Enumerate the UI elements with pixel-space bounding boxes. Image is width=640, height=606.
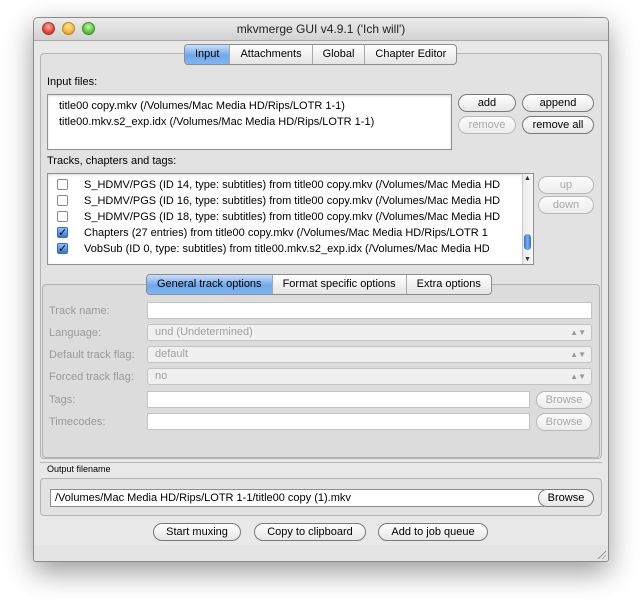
tracks-label: Tracks, chapters and tags: <box>47 155 177 167</box>
tags-label: Tags: <box>49 394 76 406</box>
tab-global[interactable]: Global <box>313 45 366 64</box>
move-down-button[interactable]: down <box>538 196 594 214</box>
timecodes-field[interactable] <box>147 413 530 430</box>
track-name-label: Track name: <box>49 305 110 317</box>
add-file-button[interactable]: add <box>458 94 516 112</box>
tracks-scrollbar[interactable]: ▲ ▼ <box>522 174 533 264</box>
remove-all-button[interactable]: remove all <box>522 116 594 134</box>
default-track-flag-select[interactable]: default ▲▼ <box>147 346 592 363</box>
start-muxing-button[interactable]: Start muxing <box>153 523 241 541</box>
input-files-list[interactable]: title00 copy.mkv (/Volumes/Mac Media HD/… <box>47 94 452 150</box>
timecodes-browse-button[interactable]: Browse <box>536 413 592 431</box>
default-track-flag-label: Default track flag: <box>49 349 135 361</box>
add-to-job-queue-button[interactable]: Add to job queue <box>378 523 488 541</box>
select-arrows-icon: ▲▼ <box>570 350 586 359</box>
tab-format-specific-options[interactable]: Format specific options <box>273 275 407 294</box>
language-label: Language: <box>49 327 101 339</box>
append-file-button[interactable]: append <box>522 94 594 112</box>
track-checkbox[interactable] <box>57 195 68 206</box>
track-row[interactable]: VobSub (ID 0, type: subtitles) from titl… <box>48 241 533 257</box>
input-file-item[interactable]: title00 copy.mkv (/Volumes/Mac Media HD/… <box>48 98 451 114</box>
tab-extra-options[interactable]: Extra options <box>407 275 491 294</box>
language-select[interactable]: und (Undetermined) ▲▼ <box>147 324 592 341</box>
status-bar <box>34 545 608 561</box>
tags-browse-button[interactable]: Browse <box>536 391 592 409</box>
resize-grip-icon[interactable] <box>596 549 606 559</box>
scroll-thumb[interactable] <box>524 234 531 250</box>
track-checkbox[interactable] <box>57 211 68 222</box>
input-files-label: Input files: <box>47 76 98 88</box>
scroll-down-arrow-icon[interactable]: ▼ <box>524 256 531 263</box>
track-label: Chapters (27 entries) from title00 copy.… <box>84 227 488 239</box>
track-row[interactable]: Chapters (27 entries) from title00 copy.… <box>48 225 533 241</box>
mkvmerge-window: mkvmerge GUI v4.9.1 ('Ich will') Input A… <box>33 17 609 562</box>
output-separator <box>40 462 602 463</box>
forced-track-flag-label: Forced track flag: <box>49 371 134 383</box>
scroll-up-arrow-icon[interactable]: ▲ <box>524 175 531 182</box>
tracks-list[interactable]: S_HDMV/PGS (ID 14, type: subtitles) from… <box>47 173 534 265</box>
track-row[interactable]: S_HDMV/PGS (ID 14, type: subtitles) from… <box>48 177 533 193</box>
track-label: S_HDMV/PGS (ID 16, type: subtitles) from… <box>84 195 501 207</box>
main-tab-bar: Input Attachments Global Chapter Editor <box>184 44 458 65</box>
select-arrows-icon: ▲▼ <box>570 328 586 337</box>
timecodes-label: Timecodes: <box>49 416 106 428</box>
track-checkbox[interactable] <box>57 225 68 241</box>
track-checkbox[interactable] <box>57 241 68 257</box>
copy-to-clipboard-button[interactable]: Copy to clipboard <box>254 523 366 541</box>
track-row[interactable]: S_HDMV/PGS (ID 16, type: subtitles) from… <box>48 193 533 209</box>
output-filename-label: Output filename <box>47 464 111 474</box>
output-filename-field[interactable]: /Volumes/Mac Media HD/Rips/LOTR 1-1/titl… <box>50 489 544 507</box>
track-checkbox[interactable] <box>57 179 68 190</box>
track-label: S_HDMV/PGS (ID 14, type: subtitles) from… <box>84 179 501 191</box>
window-title: mkvmerge GUI v4.9.1 ('Ich will') <box>236 22 406 36</box>
tab-chapter-editor[interactable]: Chapter Editor <box>365 45 456 64</box>
remove-file-button[interactable]: remove <box>458 116 516 134</box>
select-arrows-icon: ▲▼ <box>570 372 586 381</box>
forced-flag-value: no <box>155 370 168 382</box>
forced-track-flag-select[interactable]: no ▲▼ <box>147 368 592 385</box>
track-label: S_HDMV/PGS (ID 18, type: subtitles) from… <box>84 211 501 223</box>
title-bar[interactable]: mkvmerge GUI v4.9.1 ('Ich will') <box>34 18 608 41</box>
tab-attachments[interactable]: Attachments <box>230 45 313 64</box>
track-label: VobSub (ID 0, type: subtitles) from titl… <box>84 243 490 255</box>
options-tab-bar: General track options Format specific op… <box>146 274 492 295</box>
default-flag-value: default <box>155 348 189 360</box>
input-file-item[interactable]: title00.mkv.s2_exp.idx (/Volumes/Mac Med… <box>48 114 451 130</box>
tags-field[interactable] <box>147 391 530 408</box>
tab-general-track-options[interactable]: General track options <box>147 275 273 294</box>
language-value: und (Undetermined) <box>155 326 253 338</box>
output-browse-button[interactable]: Browse <box>538 489 594 507</box>
tab-input[interactable]: Input <box>185 45 231 64</box>
move-up-button[interactable]: up <box>538 176 594 194</box>
track-row[interactable]: S_HDMV/PGS (ID 18, type: subtitles) from… <box>48 209 533 225</box>
track-name-field[interactable] <box>147 302 592 319</box>
